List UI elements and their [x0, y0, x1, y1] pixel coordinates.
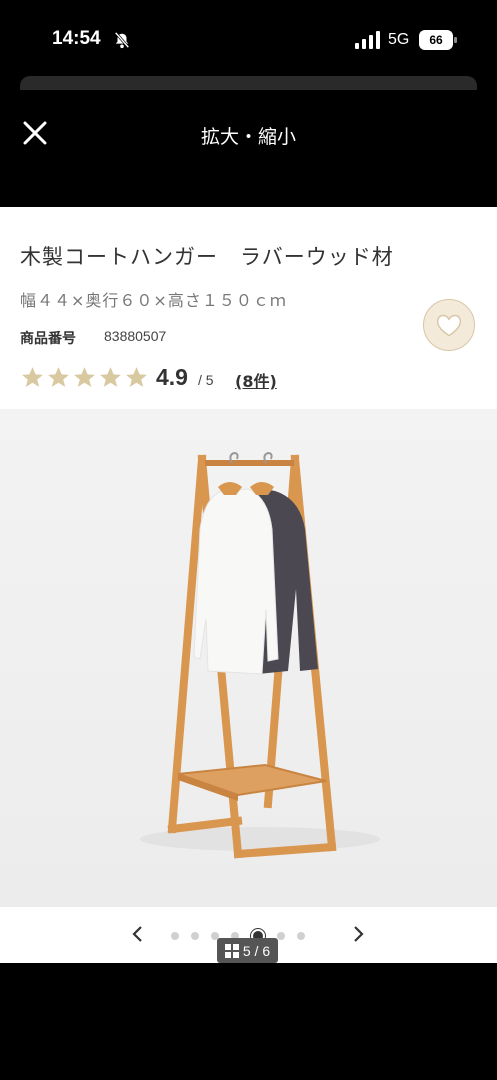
battery-level: 66 — [419, 30, 453, 50]
product-size: 幅４４×奥行６０×高さ１５０ｃｍ — [20, 291, 287, 310]
rating-value: 4.9 — [156, 364, 188, 390]
page-title: 拡大・縮小 — [200, 126, 296, 148]
product-number: 83880507 — [104, 328, 167, 344]
product-image[interactable] — [0, 409, 497, 907]
grid-icon — [224, 943, 239, 958]
rating-stars — [20, 365, 149, 390]
signal-icon — [355, 31, 380, 49]
background-sheet — [20, 76, 477, 90]
star-icon — [126, 367, 147, 387]
star-icon — [48, 367, 69, 387]
image-counter[interactable]: 5 / 6 — [217, 938, 278, 963]
star-icon — [100, 367, 121, 387]
silent-bell-icon — [114, 31, 130, 49]
product-name: 木製コートハンガー ラバーウッド材 — [20, 245, 394, 269]
star-icon — [74, 367, 95, 387]
coat-rack-photo — [140, 451, 380, 859]
favorite-button[interactable] — [423, 299, 475, 351]
battery-icon: 66 — [419, 30, 457, 50]
image-counter-text: 5 / 6 — [242, 942, 271, 959]
rating-max: / 5 — [198, 372, 214, 388]
network-type: 5G — [388, 31, 410, 48]
chevron-right-icon[interactable] — [346, 922, 370, 946]
carousel-dot[interactable] — [191, 932, 199, 940]
carousel-dot[interactable] — [277, 932, 285, 940]
carousel-dot[interactable] — [297, 932, 305, 940]
carousel-dot[interactable] — [171, 932, 179, 940]
product-number-label: 商品番号 — [20, 331, 76, 347]
status-time: 14:54 — [52, 28, 101, 49]
review-count-link[interactable]: (8件) — [235, 368, 277, 392]
star-icon — [22, 367, 43, 387]
heart-icon — [436, 314, 462, 337]
chevron-left-icon[interactable] — [126, 922, 150, 946]
